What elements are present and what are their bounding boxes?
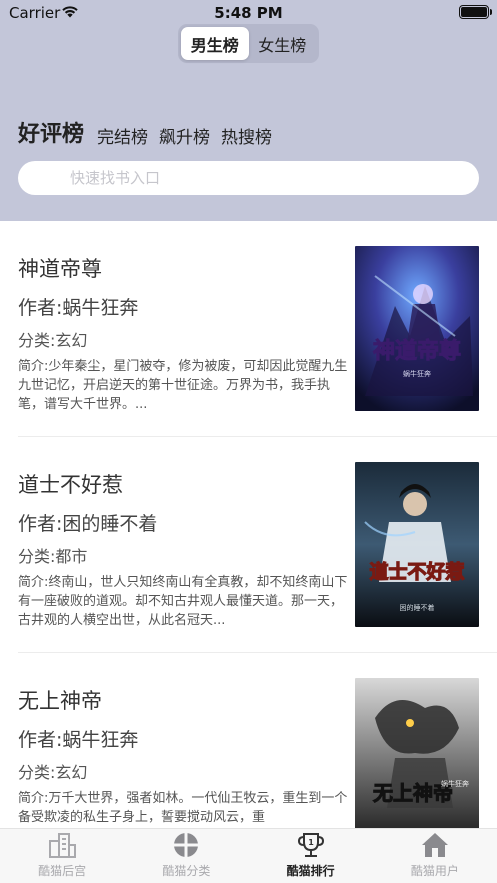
tab-label: 酷猫用户 — [410, 864, 459, 878]
cover-title-text: 神道帝尊 — [373, 338, 461, 364]
book-category: 分类:玄幻 — [18, 331, 88, 350]
home-icon — [421, 833, 448, 857]
tab-rising[interactable]: 飙升榜 — [159, 123, 210, 148]
book-intro: 简介:终南山，世人只知终南山有全真教，却不知终南山下有一座破败的道观。却不知古井… — [18, 575, 348, 628]
book-author: 作者:蜗牛狂奔 — [18, 729, 139, 751]
tab-label: 酷猫后宫 — [38, 864, 87, 878]
cover-title-text: 道士不好惹 — [369, 560, 464, 583]
book-intro: 简介:少年秦尘，星门被夺，修为被废，可却因此觉醒九生九世记忆，开启逆天的第十世征… — [18, 359, 348, 412]
tab-male-ranking[interactable]: 男生榜 — [181, 27, 249, 60]
ranking-type-tabs: 好评榜 完结榜 飙升榜 热搜榜 — [18, 116, 283, 148]
tab-user[interactable]: 酷猫用户 — [373, 829, 497, 883]
status-bar: Carrier 5:48 PM — [0, 0, 497, 26]
tab-good-reviews[interactable]: 好评榜 — [18, 116, 84, 148]
tab-completed[interactable]: 完结榜 — [97, 123, 148, 148]
cover-author-text: 蜗牛狂奔 — [403, 369, 431, 378]
tab-label: 酷猫排行 — [286, 864, 335, 878]
book-category: 分类:都市 — [18, 547, 88, 566]
book-cover[interactable]: 神道帝尊 蜗牛狂奔 — [355, 246, 479, 411]
book-cover[interactable]: 道士不好惹 困的睡不着 — [355, 462, 479, 627]
tab-female-ranking[interactable]: 女生榜 — [249, 27, 317, 60]
tab-bar: 酷猫后宫 酷猫分类 1 酷猫排行 酷猫用户 — [0, 828, 497, 883]
gender-segmented-control: 男生榜 女生榜 — [178, 24, 319, 63]
tab-harem[interactable]: 酷猫后宫 — [0, 829, 124, 883]
list-item[interactable]: 道士不好惹 作者:困的睡不着 分类:都市 简介:终南山，世人只知终南山有全真教，… — [0, 437, 497, 653]
battery-icon — [459, 5, 492, 19]
book-title: 神道帝尊 — [18, 257, 102, 281]
list-item[interactable]: 无上神帝 作者:蜗牛狂奔 分类:玄幻 简介:万千大世界，强者如林。一代仙王牧云，… — [0, 653, 497, 828]
search-input[interactable] — [18, 161, 479, 195]
book-title: 无上神帝 — [18, 689, 102, 713]
tab-category[interactable]: 酷猫分类 — [124, 829, 248, 883]
svg-text:1: 1 — [308, 838, 314, 847]
book-category: 分类:玄幻 — [18, 763, 88, 782]
book-author: 作者:困的睡不着 — [18, 513, 158, 535]
trophy-icon: 1 — [297, 833, 324, 857]
book-cover[interactable]: 无上神帝 蜗牛狂奔 — [355, 678, 479, 828]
book-list[interactable]: 神道帝尊 作者:蜗牛狂奔 分类:玄幻 简介:少年秦尘，星门被夺，修为被废，可却因… — [0, 221, 497, 828]
category-icon — [174, 833, 199, 857]
book-title: 道士不好惹 — [18, 473, 123, 497]
book-intro: 简介:万千大世界，强者如林。一代仙王牧云，重生到一个备受欺凌的私生子身上，誓要搅… — [18, 791, 348, 825]
clock: 5:48 PM — [214, 4, 283, 22]
header: Carrier 5:48 PM 男生榜 女生榜 好评榜 完结榜 飙升榜 热搜榜 — [0, 0, 497, 221]
buildings-icon — [49, 833, 77, 858]
list-item[interactable]: 神道帝尊 作者:蜗牛狂奔 分类:玄幻 简介:少年秦尘，星门被夺，修为被废，可却因… — [0, 221, 497, 437]
tab-label: 酷猫分类 — [162, 864, 211, 878]
cover-author-text: 困的睡不着 — [400, 603, 435, 612]
tab-ranking[interactable]: 1 酷猫排行 — [249, 829, 373, 883]
book-author: 作者:蜗牛狂奔 — [18, 297, 139, 319]
cover-author-text: 蜗牛狂奔 — [441, 779, 469, 788]
tab-hot-search[interactable]: 热搜榜 — [221, 123, 272, 148]
